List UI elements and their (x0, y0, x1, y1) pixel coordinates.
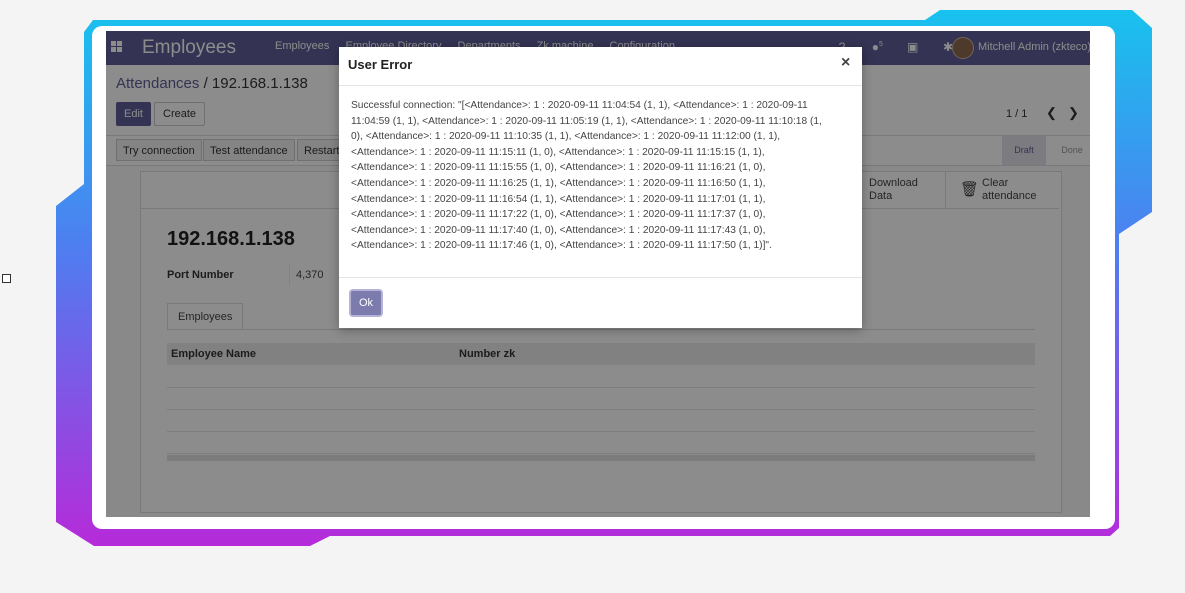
dialog-header: User Error × (339, 47, 862, 86)
close-icon[interactable]: × (841, 54, 850, 72)
ok-button[interactable]: Ok (351, 291, 381, 315)
message-line: <Attendance>: 1 : 2020-09-11 11:17:46 (1… (351, 240, 772, 252)
message-line: <Attendance>: 1 : 2020-09-11 11:16:25 (1… (351, 177, 766, 189)
message-line: 11:04:59 (1, 1), <Attendance>: 1 : 2020-… (351, 115, 822, 127)
message-line: <Attendance>: 1 : 2020-09-11 11:15:11 (1… (351, 146, 765, 158)
message-line: <Attendance>: 1 : 2020-09-11 11:15:55 (1… (351, 162, 766, 174)
message-line: 0), <Attendance>: 1 : 2020-09-11 11:10:3… (351, 131, 781, 143)
side-checkbox[interactable] (2, 274, 11, 283)
dialog-title: User Error (348, 57, 413, 72)
user-error-dialog: User Error × Successful connection: "[<A… (339, 47, 862, 328)
dialog-footer: Ok (339, 277, 862, 329)
message-line: <Attendance>: 1 : 2020-09-11 11:17:22 (1… (351, 209, 766, 221)
dialog-message: Successful connection: "[<Attendance>: 1… (351, 98, 845, 254)
message-line: <Attendance>: 1 : 2020-09-11 11:17:40 (1… (351, 224, 766, 236)
message-line: <Attendance>: 1 : 2020-09-11 11:16:54 (1… (351, 193, 766, 205)
message-line: Successful connection: "[<Attendance>: 1… (351, 100, 808, 111)
